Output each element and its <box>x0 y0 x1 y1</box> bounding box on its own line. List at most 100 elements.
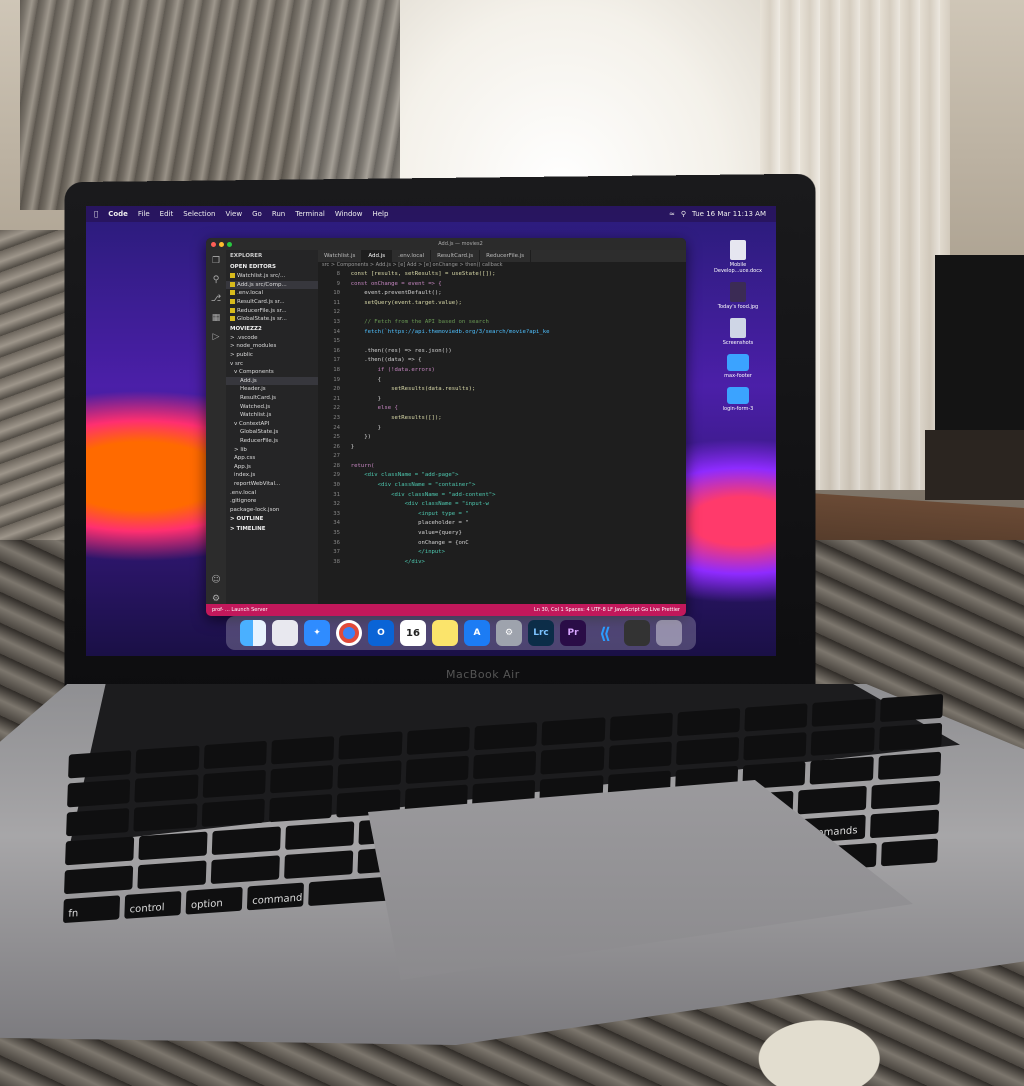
timeline-section[interactable]: > TIMELINE <box>226 524 318 534</box>
menu-terminal[interactable]: Terminal <box>295 210 325 218</box>
keyboard-key[interactable] <box>743 732 807 761</box>
keyboard-key[interactable] <box>271 736 335 765</box>
code-line[interactable]: // Fetch from the API based on search <box>344 318 686 328</box>
desktop-folder[interactable]: max-footer <box>724 354 752 379</box>
vscode-icon[interactable]: ⟪ <box>592 620 618 646</box>
settings-icon[interactable]: ⚙ <box>496 620 522 646</box>
tree-item[interactable]: GlobalState.js <box>226 428 318 437</box>
code-line[interactable]: setResults(data.results); <box>344 385 686 395</box>
tree-item[interactable]: index.js <box>226 471 318 480</box>
menu-go[interactable]: Go <box>252 210 262 218</box>
desktop-file[interactable]: Today's food.jpg <box>718 282 758 310</box>
code-line[interactable]: const [results, setResults] = useState([… <box>344 270 686 280</box>
keyboard-key[interactable] <box>406 726 470 756</box>
code-line[interactable]: <div className = "add-page"> <box>344 471 686 481</box>
close-icon[interactable] <box>211 241 216 247</box>
keyboard-key[interactable] <box>676 707 741 737</box>
safari-icon[interactable]: ✦ <box>304 620 330 646</box>
tree-item[interactable]: .gitignore <box>226 497 318 506</box>
keyboard-key[interactable] <box>201 798 265 827</box>
keyboard-key[interactable] <box>878 722 943 752</box>
code-line[interactable]: value={query} <box>344 529 686 539</box>
finder-icon[interactable] <box>240 620 266 646</box>
keyboard-key[interactable]: command <box>246 882 305 911</box>
tree-item[interactable]: Watched.js <box>226 402 318 411</box>
tab-add[interactable]: Add.js <box>362 250 393 262</box>
keyboard-key[interactable] <box>68 750 132 779</box>
tree-item[interactable]: .env.local <box>226 488 318 497</box>
search-icon[interactable]: ⚲ <box>681 210 686 218</box>
tree-item[interactable]: Add.js <box>226 376 318 386</box>
keyboard-key[interactable] <box>202 769 266 799</box>
code-line[interactable]: } <box>344 443 686 453</box>
code-line[interactable]: <div className = "input-w <box>344 500 686 510</box>
desktop-folder[interactable]: login-form-3 <box>723 387 753 412</box>
wifi-icon[interactable]: ≈ <box>669 210 675 218</box>
desktop-file[interactable]: Screenshots <box>723 318 753 346</box>
run-debug-icon[interactable]: ▷ <box>213 332 220 342</box>
menu-file[interactable]: File <box>138 210 150 218</box>
open-editor-item[interactable]: .env.local <box>226 289 318 298</box>
calendar-icon[interactable]: 16 <box>400 620 426 646</box>
keyboard-key[interactable]: control <box>124 891 182 919</box>
keyboard-key[interactable] <box>337 760 402 789</box>
code-line[interactable]: } <box>344 424 686 434</box>
menu-app-name[interactable]: Code <box>108 210 128 218</box>
account-icon[interactable]: ☺ <box>211 575 220 585</box>
gear-icon[interactable]: ⚙ <box>212 594 220 604</box>
breadcrumb[interactable]: src > Components > Add.js > [e] Add > [e… <box>318 262 686 270</box>
keyboard-key[interactable] <box>65 836 135 866</box>
menubar-clock[interactable]: Tue 16 Mar 11:13 AM <box>692 210 766 218</box>
tree-item[interactable]: v ContextAPI <box>226 420 318 429</box>
tab-watchlist[interactable]: Watchlist.js <box>318 250 363 262</box>
code-line[interactable]: const onChange = event => { <box>344 280 686 290</box>
keyboard-key[interactable] <box>203 740 267 770</box>
files-icon[interactable]: ❐ <box>212 256 220 266</box>
extensions-icon[interactable]: ▦ <box>212 313 221 323</box>
search-icon[interactable]: ⚲ <box>213 275 220 285</box>
keyboard-key[interactable] <box>877 751 942 781</box>
keyboard-key[interactable] <box>880 838 939 867</box>
code-line[interactable]: .then((data) => { <box>344 356 686 366</box>
open-editors-section[interactable]: OPEN EDITORS <box>226 262 318 272</box>
open-editor-item[interactable]: Add.js src/Comp... <box>226 280 318 290</box>
keyboard-key[interactable] <box>810 756 874 785</box>
menu-run[interactable]: Run <box>272 210 285 218</box>
keyboard-key[interactable] <box>64 865 134 895</box>
code-line[interactable] <box>344 452 686 462</box>
tree-item[interactable]: > public <box>226 351 318 360</box>
lightroom-icon[interactable]: Lrc <box>528 620 554 646</box>
keyboard-key[interactable] <box>211 826 281 856</box>
keyboard-key[interactable] <box>744 703 808 732</box>
keyboard-key[interactable] <box>608 741 672 770</box>
source-control-icon[interactable]: ⎇ <box>211 294 221 304</box>
code-line[interactable]: } <box>344 395 686 405</box>
menu-window[interactable]: Window <box>335 210 363 218</box>
code-line[interactable]: setResults([]); <box>344 414 686 424</box>
outline-section[interactable]: > OUTLINE <box>226 514 318 524</box>
code-line[interactable]: }) <box>344 433 686 443</box>
tab-resultcard[interactable]: ResultCard.js <box>431 250 481 262</box>
menu-help[interactable]: Help <box>372 210 388 218</box>
keyboard-key[interactable] <box>133 803 198 832</box>
keyboard-key[interactable] <box>811 727 875 756</box>
open-editor-item[interactable]: GlobalState.js sr... <box>226 315 318 324</box>
code-line[interactable]: event.preventDefault(); <box>344 289 686 299</box>
code-line[interactable]: setQuery(event.target.value); <box>344 299 686 309</box>
code-line[interactable] <box>344 308 686 318</box>
keyboard-key[interactable] <box>609 712 673 741</box>
code-line[interactable]: else { <box>344 404 686 414</box>
tree-item[interactable]: Watchlist.js <box>226 411 318 420</box>
keyboard-key[interactable] <box>210 855 280 885</box>
keyboard-key[interactable] <box>405 755 469 784</box>
code-line[interactable]: <div className = "container"> <box>344 481 686 491</box>
tree-item[interactable]: reportWebVital... <box>226 480 318 489</box>
keyboard-key[interactable] <box>283 850 353 879</box>
code-line[interactable]: { <box>344 376 686 386</box>
keyboard-key[interactable] <box>134 774 199 803</box>
keyboard-key[interactable] <box>472 750 537 780</box>
premiere-icon[interactable]: Pr <box>560 620 586 646</box>
keyboard-key[interactable] <box>812 698 876 727</box>
code-line[interactable]: onChange = {onC <box>344 539 686 549</box>
tree-item[interactable]: v src <box>226 359 318 368</box>
